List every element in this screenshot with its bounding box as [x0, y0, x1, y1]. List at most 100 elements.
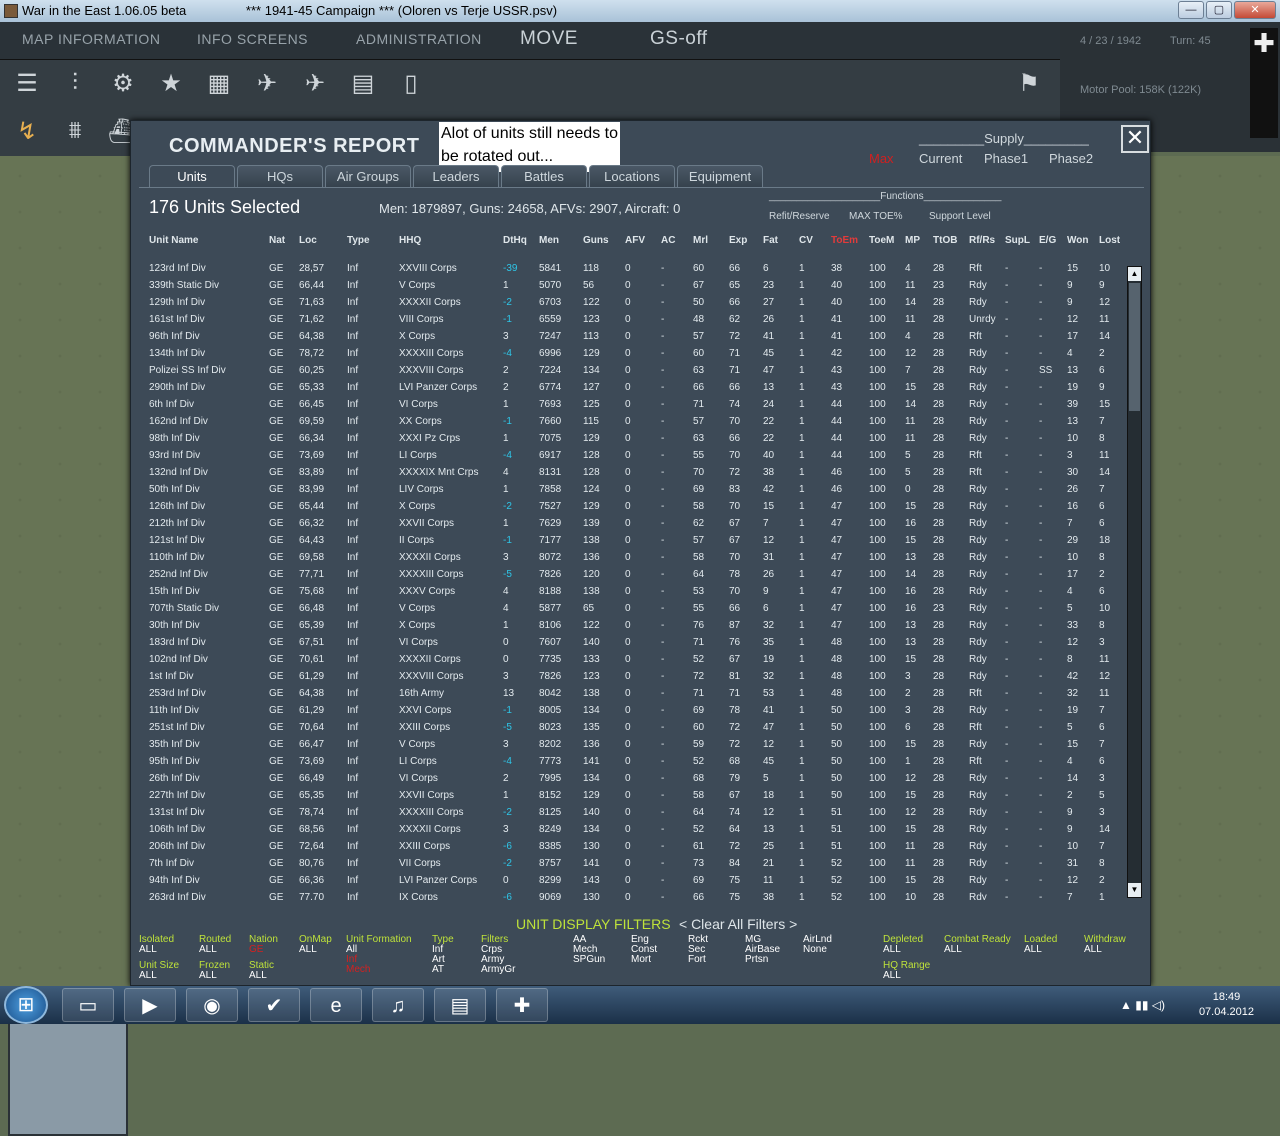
col-header-exp[interactable]: Exp: [729, 235, 747, 246]
flags-icon[interactable]: ⚑: [1010, 64, 1048, 102]
table-row[interactable]: 98th Inf Div GE 66,34 Inf XXXI Pz Crps 1 7075 1…: [139, 430, 1124, 447]
cell-unit-name[interactable]: 227th Inf Div: [149, 790, 205, 801]
cell-unit-name[interactable]: 50th Inf Div: [149, 484, 200, 495]
star-icon[interactable]: ★: [152, 64, 190, 102]
table-row[interactable]: 206th Inf Div GE 72,64 Inf XXIII Corps -6 8385…: [139, 838, 1124, 855]
filter-group[interactable]: HQ Range ALL: [883, 961, 930, 981]
filter-group[interactable]: Withdraw ALL: [1084, 935, 1126, 955]
cell-hhq[interactable]: LIV Corps: [399, 484, 443, 495]
table-scrollbar[interactable]: ▲ ▼: [1127, 266, 1142, 898]
table-row[interactable]: 35th Inf Div GE 66,47 Inf V Corps 3 8202 136 0 - 5…: [139, 736, 1124, 753]
cell-hhq[interactable]: IX Corps: [399, 892, 438, 900]
cell-unit-name[interactable]: 134th Inf Div: [149, 348, 205, 359]
cell-hhq[interactable]: VI Corps: [399, 773, 438, 784]
filter-group[interactable]: Routed ALL: [199, 935, 231, 955]
filter-value[interactable]: None: [803, 945, 832, 955]
col-header-won[interactable]: Won: [1067, 235, 1088, 246]
col-header-cv[interactable]: CV: [799, 235, 813, 246]
col-header-ac[interactable]: AC: [661, 235, 675, 246]
col-header-lost[interactable]: Lost: [1099, 235, 1120, 246]
tab-hqs[interactable]: HQs: [237, 165, 323, 187]
filter-group[interactable]: Isolated ALL: [139, 935, 174, 955]
col-header-afv[interactable]: AFV: [625, 235, 645, 246]
cell-unit-name[interactable]: 290th Inf Div: [149, 382, 205, 393]
cell-unit-name[interactable]: 11th Inf Div: [149, 705, 199, 716]
cell-unit-name[interactable]: 132nd Inf Div: [149, 467, 208, 478]
table-row[interactable]: 121st Inf Div GE 64,43 Inf II Corps -1 7177 138…: [139, 532, 1124, 549]
scroll-thumb[interactable]: [1129, 283, 1140, 411]
filter-value[interactable]: ALL: [199, 971, 230, 981]
units-icon[interactable]: ☰: [8, 64, 46, 102]
menu-gs-off[interactable]: GS-off: [650, 28, 708, 50]
table-row[interactable]: 251st Inf Div GE 70,64 Inf XXIII Corps -5 8023…: [139, 719, 1124, 736]
cell-hhq[interactable]: LI Corps: [399, 756, 437, 767]
tab-equipment[interactable]: Equipment: [677, 165, 763, 187]
col-header-guns[interactable]: Guns: [583, 235, 609, 246]
filter-value[interactable]: Fort: [688, 955, 708, 965]
cell-hhq[interactable]: V Corps: [399, 603, 435, 614]
filter-value[interactable]: Mech: [346, 965, 412, 975]
cell-hhq[interactable]: X Corps: [399, 620, 435, 631]
gear-icon[interactable]: ⚙: [104, 64, 142, 102]
table-row[interactable]: 102nd Inf Div GE 70,61 Inf XXXXII Corps 0 7735…: [139, 651, 1124, 668]
clock[interactable]: 18:49 07.04.2012: [1199, 990, 1254, 1020]
table-row[interactable]: 95th Inf Div GE 73,69 Inf LI Corps -4 7773 141 0…: [139, 753, 1124, 770]
notes-taskbar-icon[interactable]: ▤: [434, 988, 486, 1022]
cell-hhq[interactable]: V Corps: [399, 280, 435, 291]
table-row[interactable]: 129th Inf Div GE 71,63 Inf XXXXII Corps -2 670…: [139, 294, 1124, 311]
air-icon[interactable]: ✈: [248, 64, 286, 102]
col-header-ttob[interactable]: TtOB: [933, 235, 957, 246]
cell-hhq[interactable]: XXXVIII Corps: [399, 671, 463, 682]
filter-value[interactable]: ALL: [249, 971, 274, 981]
col-header-type[interactable]: Type: [347, 235, 370, 246]
cell-unit-name[interactable]: 123rd Inf Div: [149, 263, 206, 274]
cell-hhq[interactable]: LVI Panzer Corps: [399, 875, 477, 886]
start-button[interactable]: ⊞: [4, 986, 48, 1024]
col-header-men[interactable]: Men: [539, 235, 559, 246]
table-row[interactable]: 93rd Inf Div GE 73,69 Inf LI Corps -4 6917 128 0…: [139, 447, 1124, 464]
cell-hhq[interactable]: V Corps: [399, 739, 435, 750]
cell-hhq[interactable]: XXIII Corps: [399, 841, 450, 852]
cell-hhq[interactable]: XXXI Pz Crps: [399, 433, 460, 444]
cell-hhq[interactable]: XXVII Corps: [399, 518, 454, 529]
cell-unit-name[interactable]: 106th Inf Div: [149, 824, 205, 835]
table-row[interactable]: 110th Inf Div GE 69,58 Inf XXXXII Corps 3 8072…: [139, 549, 1124, 566]
cell-hhq[interactable]: XXVII Corps: [399, 790, 454, 801]
filter-group[interactable]: Eng Const Mort: [631, 935, 657, 965]
table-row[interactable]: 7th Inf Div GE 80,76 Inf VII Corps -2 8757 141 0…: [139, 855, 1124, 872]
cell-hhq[interactable]: X Corps: [399, 331, 435, 342]
tab-units[interactable]: Units: [149, 165, 235, 188]
filter-value[interactable]: ALL: [883, 971, 930, 981]
filter-value[interactable]: ALL: [199, 945, 231, 955]
filter-group[interactable]: Type Inf Art AT: [432, 935, 454, 975]
filter-group[interactable]: OnMap ALL: [299, 935, 332, 955]
filter-value[interactable]: ALL: [944, 945, 1011, 955]
cell-hhq[interactable]: II Corps: [399, 535, 434, 546]
table-row[interactable]: 15th Inf Div GE 75,68 Inf XXXV Corps 4 8188 138…: [139, 583, 1124, 600]
cell-hhq[interactable]: X Corps: [399, 501, 435, 512]
airstrike-icon[interactable]: ✈: [296, 64, 334, 102]
cell-hhq[interactable]: XX Corps: [399, 416, 442, 427]
browser-taskbar-icon[interactable]: e: [310, 988, 362, 1022]
table-row[interactable]: 707th Static Div GE 66,48 Inf V Corps 4 5877 65…: [139, 600, 1124, 617]
cell-hhq[interactable]: XXXV Corps: [399, 586, 455, 597]
filter-group[interactable]: AirLnd None: [803, 935, 832, 955]
scroll-up-arrow-icon[interactable]: ▲: [1128, 267, 1141, 281]
cell-unit-name[interactable]: 26th Inf Div: [149, 773, 200, 784]
cell-hhq[interactable]: XXXXII Corps: [399, 654, 461, 665]
table-row[interactable]: 106th Inf Div GE 68,56 Inf XXXXII Corps 3 8249…: [139, 821, 1124, 838]
col-header-toem-max[interactable]: ToeM: [869, 235, 894, 246]
menu-administration[interactable]: ADMINISTRATION: [356, 31, 482, 47]
cell-hhq[interactable]: XXXXIX Mnt Crps: [399, 467, 478, 478]
cell-unit-name[interactable]: 126th Inf Div: [149, 501, 205, 512]
table-row[interactable]: 126th Inf Div GE 65,44 Inf X Corps -2 7527 129 0…: [139, 498, 1124, 515]
table-row[interactable]: 227th Inf Div GE 65,35 Inf XXVII Corps 1 8152 1…: [139, 787, 1124, 804]
filter-group[interactable]: Combat Ready ALL: [944, 935, 1011, 955]
hp-taskbar-icon[interactable]: ◉: [186, 988, 238, 1022]
cell-unit-name[interactable]: 212th Inf Div: [149, 518, 205, 529]
filter-group[interactable]: AA Mech SPGun: [573, 935, 605, 965]
checkmark-taskbar-icon[interactable]: ✔: [248, 988, 300, 1022]
col-header-mp[interactable]: MP: [905, 235, 920, 246]
cell-hhq[interactable]: XXXXIII Corps: [399, 569, 463, 580]
menu-move[interactable]: MOVE: [520, 28, 578, 50]
